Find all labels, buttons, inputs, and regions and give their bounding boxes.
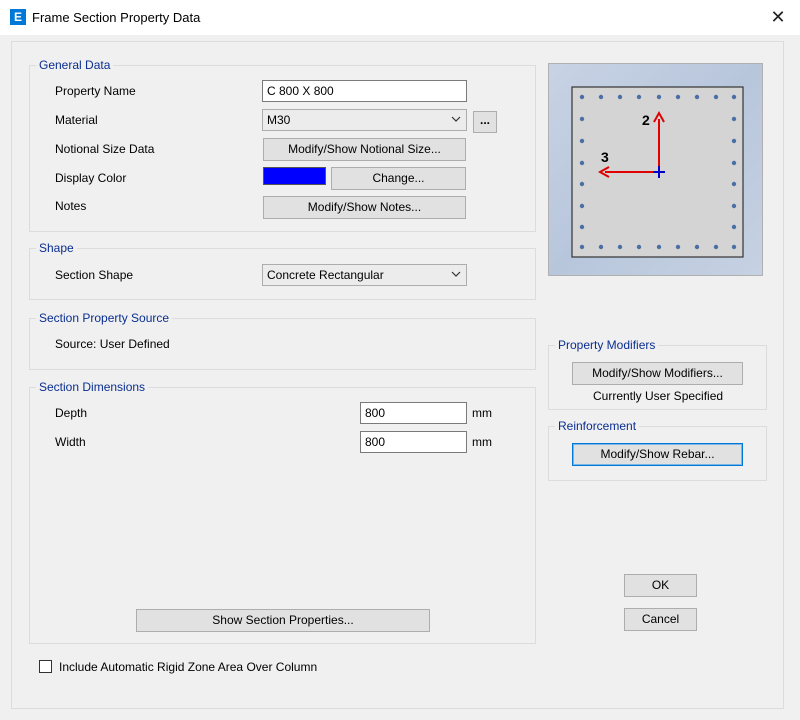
width-input[interactable]: 800 (360, 431, 467, 453)
rebar-dot (617, 94, 623, 100)
rebar-dot (731, 244, 737, 250)
material-select[interactable]: M30 (262, 109, 467, 131)
close-button[interactable]: ✕ (768, 7, 788, 27)
rebar-dot (713, 94, 719, 100)
property-modifiers-label: Property Modifiers (555, 338, 659, 352)
modify-modifiers-button[interactable]: Modify/Show Modifiers... (572, 362, 743, 385)
rebar-dot (636, 244, 642, 250)
rebar-dot (579, 181, 585, 187)
modify-notional-size-button[interactable]: Modify/Show Notional Size... (263, 138, 466, 161)
rebar-dot (656, 244, 662, 250)
rigid-zone-checkbox[interactable] (39, 660, 52, 673)
title-bar: E Frame Section Property Data ✕ (0, 0, 800, 35)
section-property-source-label: Section Property Source (36, 311, 173, 325)
rebar-dot (579, 160, 585, 166)
section-diagram: 2 3 (571, 86, 744, 258)
rebar-dot (617, 244, 623, 250)
depth-label: Depth (55, 406, 88, 420)
rebar-dot (731, 138, 737, 144)
rebar-dot (579, 224, 585, 230)
rebar-dot (636, 94, 642, 100)
rebar-dot (579, 94, 585, 100)
section-dimensions-group: Section Dimensions (29, 380, 536, 644)
app-icon: E (10, 9, 26, 25)
section-preview: 2 3 (548, 63, 763, 276)
rebar-dot (579, 244, 585, 250)
rebar-dot (731, 181, 737, 187)
rebar-dot (579, 203, 585, 209)
rebar-dot (656, 94, 662, 100)
material-label: Material (55, 113, 98, 127)
shape-label: Shape (36, 241, 77, 255)
axis-2-label: 2 (642, 112, 650, 128)
section-shape-select[interactable]: Concrete Rectangular (262, 264, 467, 286)
material-browse-button[interactable]: ... (473, 111, 497, 133)
rebar-dot (731, 116, 737, 122)
ok-button[interactable]: OK (624, 574, 697, 597)
window-title: Frame Section Property Data (32, 10, 201, 25)
rebar-dot (694, 244, 700, 250)
rebar-dot (675, 94, 681, 100)
section-dimensions-label: Section Dimensions (36, 380, 149, 394)
display-color-label: Display Color (55, 171, 127, 185)
general-data-label: General Data (36, 58, 114, 72)
reinforcement-label: Reinforcement (555, 419, 640, 433)
rebar-dot (694, 94, 700, 100)
width-unit: mm (472, 435, 492, 449)
depth-unit: mm (472, 406, 492, 420)
property-name-label: Property Name (55, 84, 136, 98)
notes-label: Notes (55, 199, 87, 213)
width-label: Width (55, 435, 86, 449)
modifiers-status: Currently User Specified (593, 389, 724, 403)
rebar-dot (675, 244, 681, 250)
show-section-properties-button[interactable]: Show Section Properties... (136, 609, 430, 632)
chevron-down-icon (451, 116, 461, 122)
rebar-dot (731, 203, 737, 209)
property-name-input[interactable]: C 800 X 800 (262, 80, 467, 102)
axis-3-label: 3 (601, 149, 609, 165)
rebar-dot (579, 138, 585, 144)
source-text: Source: User Defined (55, 337, 170, 351)
rebar-dot (713, 244, 719, 250)
cancel-button[interactable]: Cancel (624, 608, 697, 631)
section-shape-value: Concrete Rectangular (267, 268, 384, 282)
section-shape-label: Section Shape (55, 268, 134, 282)
rebar-dot (579, 116, 585, 122)
rebar-dot (731, 94, 737, 100)
modify-notes-button[interactable]: Modify/Show Notes... (263, 196, 466, 219)
notional-size-label: Notional Size Data (55, 142, 155, 156)
display-color-swatch (263, 167, 326, 185)
rebar-dot (731, 224, 737, 230)
chevron-down-icon (451, 271, 461, 277)
modify-rebar-button[interactable]: Modify/Show Rebar... (572, 443, 743, 466)
rebar-dot (731, 160, 737, 166)
change-color-button[interactable]: Change... (331, 167, 466, 190)
rebar-dot (598, 94, 604, 100)
rebar-dot (598, 244, 604, 250)
depth-input[interactable]: 800 (360, 402, 467, 424)
material-value: M30 (267, 113, 291, 127)
rigid-zone-label: Include Automatic Rigid Zone Area Over C… (59, 660, 318, 674)
